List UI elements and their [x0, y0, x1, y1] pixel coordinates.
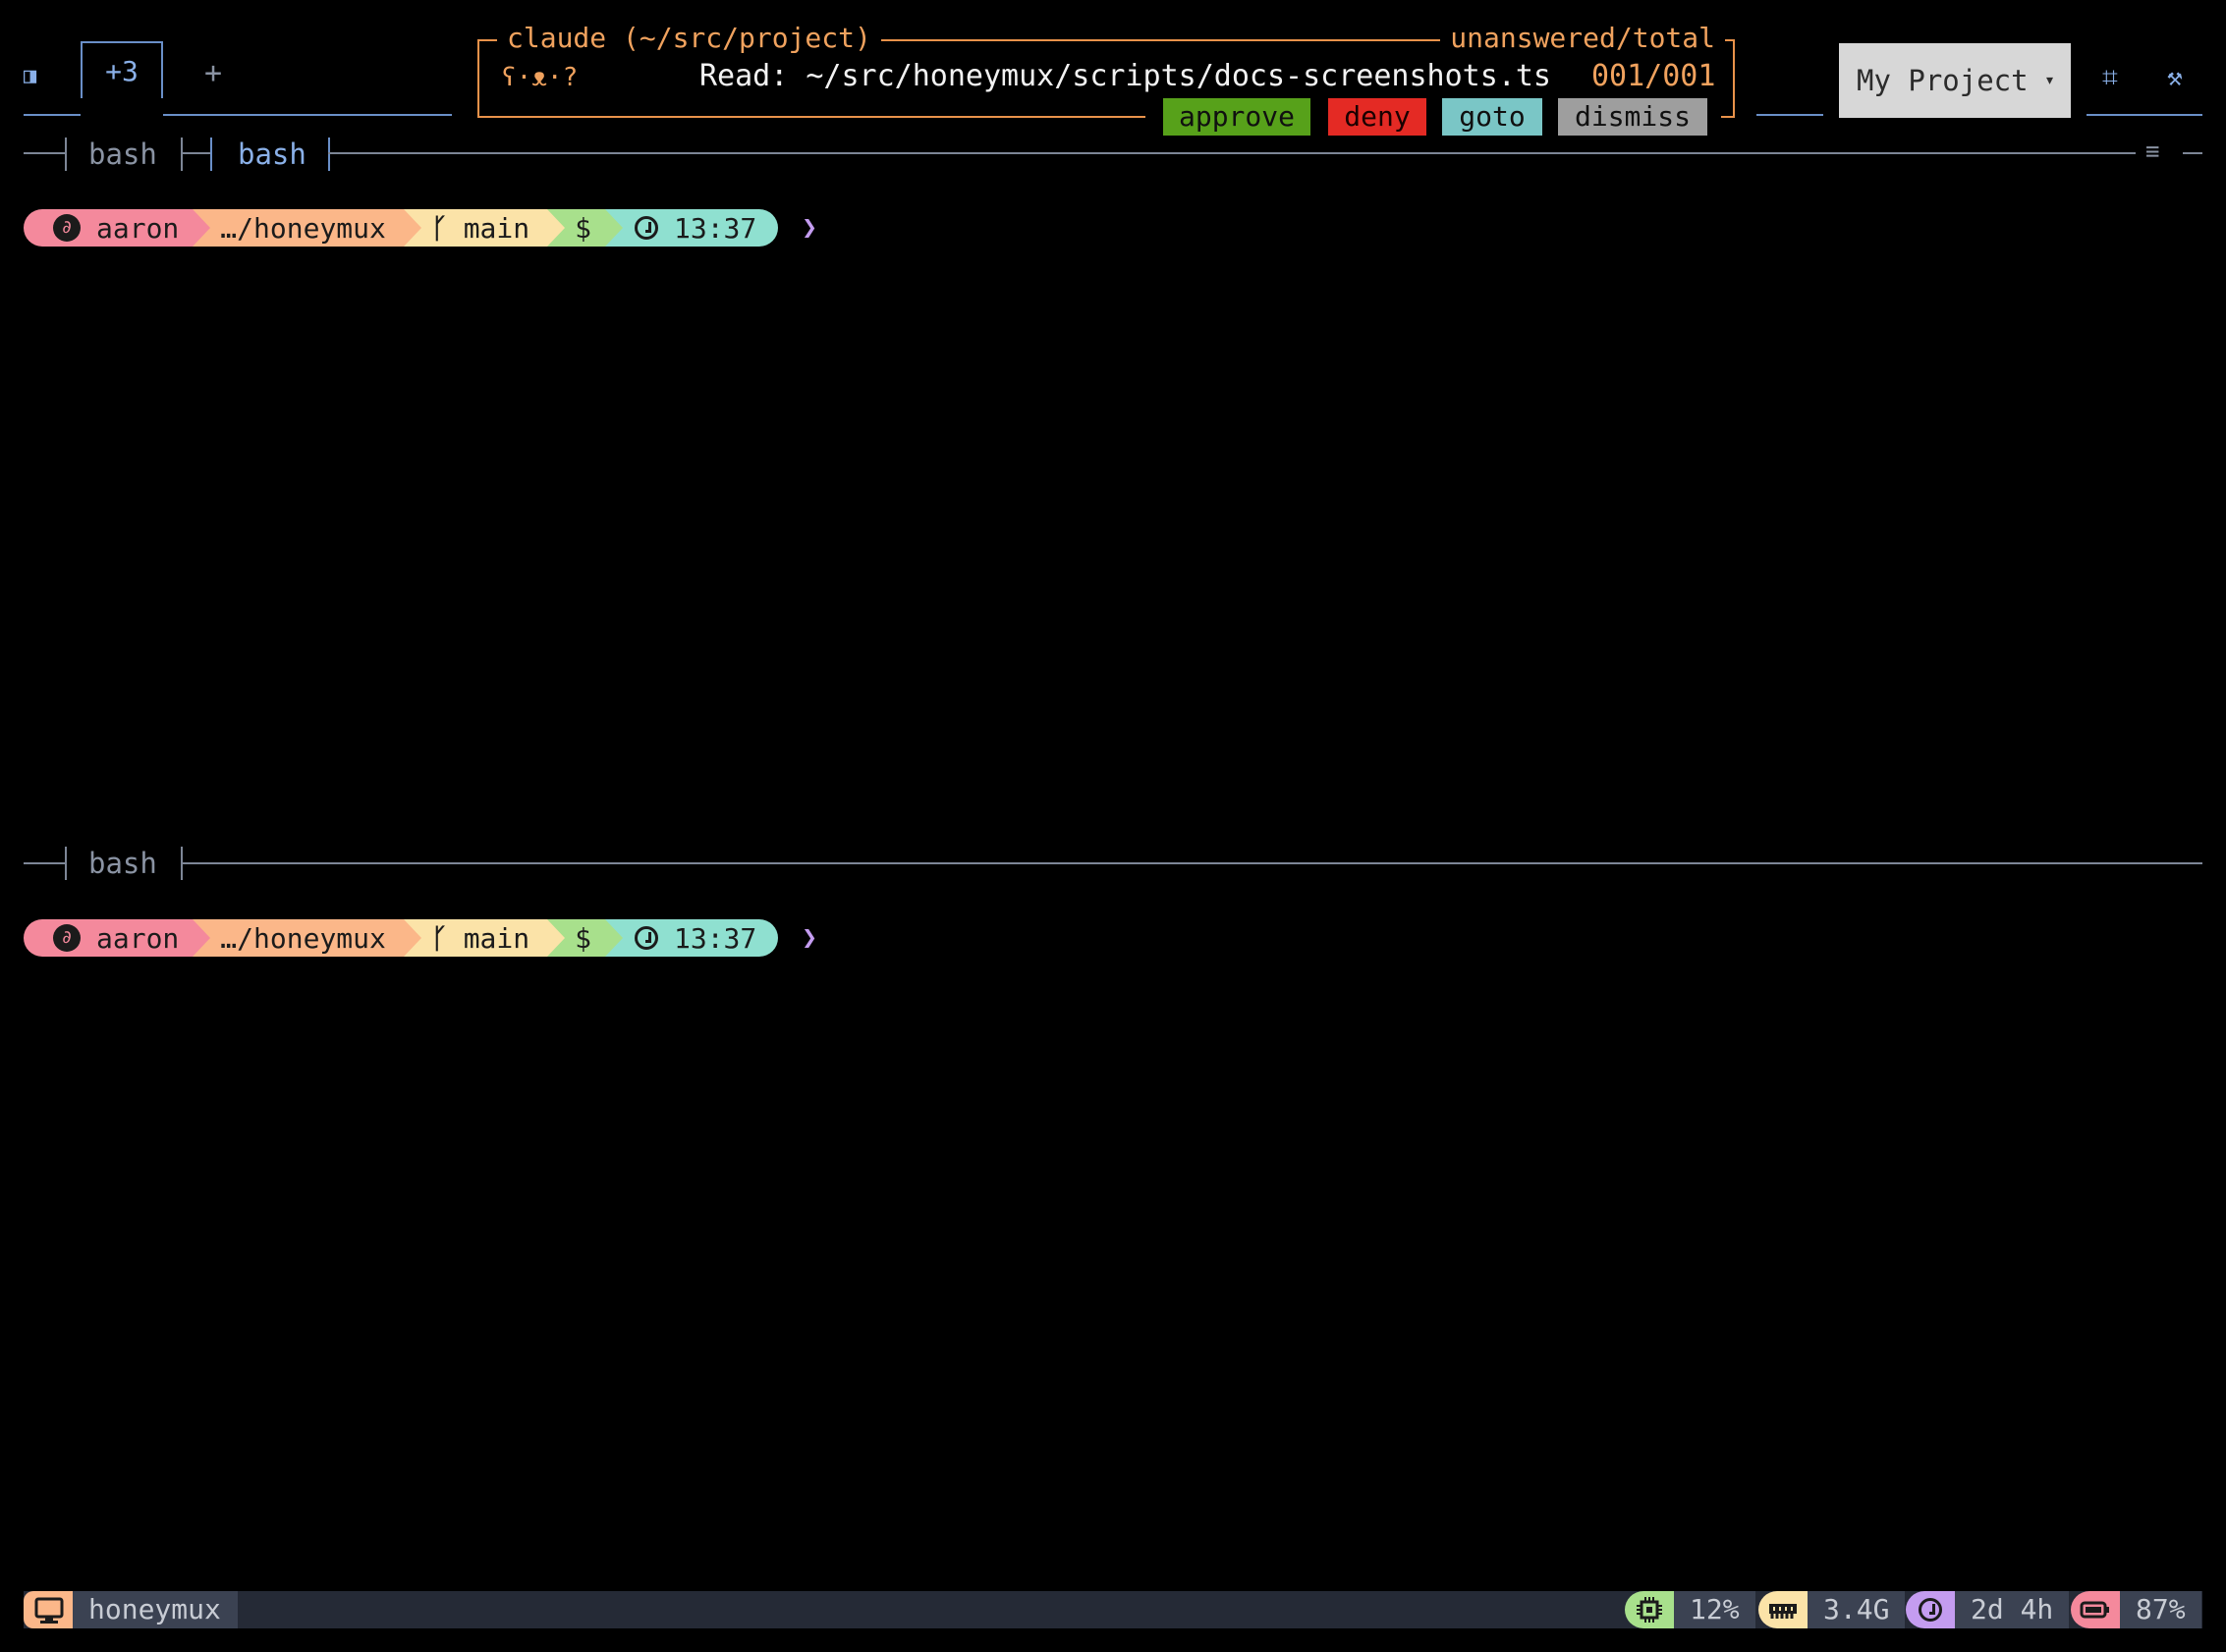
notification-title: claude (~/src/project)	[497, 22, 881, 54]
battery-value: 87%	[2120, 1591, 2201, 1628]
prompt-user-label: aaron	[96, 921, 180, 955]
notification-count: 001/001	[1591, 59, 1716, 93]
prompt-caret-icon: ❯	[802, 923, 817, 953]
uptime-clock-icon	[1906, 1591, 1955, 1628]
prompt-user-label: aaron	[96, 211, 180, 245]
sidebar-toggle-icon[interactable]: ◨	[24, 65, 39, 88]
shell-prompt: ∂ aaron …/honeymux ᚴ main $ 13:37 ❯	[24, 919, 817, 957]
add-tab-button[interactable]: +	[196, 57, 230, 90]
uptime-stat: 2d 4h	[1906, 1591, 2070, 1628]
tools-icon[interactable]: ⚒	[2167, 63, 2183, 92]
memory-value: 3.4G	[1808, 1591, 1906, 1628]
clock-icon	[634, 216, 658, 240]
approve-button[interactable]: approve	[1163, 98, 1310, 136]
prompt-time: 13:37	[604, 209, 779, 247]
project-selector[interactable]: My Project ▾	[1839, 43, 2071, 118]
cpu-value: 12%	[1674, 1591, 1755, 1628]
prompt-branch-label: main	[463, 211, 530, 245]
prompt-dir: …/honeymux	[193, 919, 421, 957]
prompt-user: ∂ aaron	[24, 919, 211, 957]
pane-tab-bash-2[interactable]: bash	[238, 138, 306, 171]
prompt-branch: ᚴ main	[403, 919, 566, 957]
notification-counter-label: unanswered/total	[1440, 22, 1725, 54]
deny-button[interactable]: deny	[1328, 98, 1426, 136]
cpu-stat: 12%	[1625, 1591, 1755, 1628]
memory-stat: 3.4G	[1758, 1591, 1906, 1628]
prompt-user: ∂ aaron	[24, 209, 211, 247]
prompt-time-label: 13:37	[673, 211, 757, 245]
prompt-dir-label: …/honeymux	[220, 921, 386, 955]
memory-icon	[1758, 1591, 1808, 1628]
battery-icon	[2071, 1591, 2120, 1628]
git-branch-icon: ᚴ	[430, 211, 448, 245]
git-branch-icon: ᚴ	[430, 921, 448, 955]
battery-stat: 87%	[2071, 1591, 2201, 1628]
pane-menu-icon[interactable]: ≡	[2145, 138, 2159, 165]
prompt-dir-label: …/honeymux	[220, 211, 386, 245]
cpu-icon	[1625, 1591, 1674, 1628]
user-icon: ∂	[53, 924, 81, 952]
clock-icon	[634, 926, 658, 950]
prompt-branch-label: main	[463, 921, 530, 955]
pane-tab-bash-3[interactable]: bash	[88, 847, 157, 880]
shell-prompt: ∂ aaron …/honeymux ᚴ main $ 13:37 ❯	[24, 209, 817, 247]
layout-grid-icon[interactable]: ⌗	[2102, 61, 2118, 94]
monitor-icon	[24, 1591, 73, 1628]
prompt-time: 13:37	[604, 919, 779, 957]
prompt-dir: …/honeymux	[193, 209, 421, 247]
goto-button[interactable]: goto	[1442, 98, 1542, 136]
session-host-label: honeymux	[73, 1591, 238, 1628]
dismiss-button[interactable]: dismiss	[1558, 98, 1707, 136]
uptime-value: 2d 4h	[1955, 1591, 2070, 1628]
notification-message: Read: ~/src/honeymux/scripts/docs-screen…	[699, 59, 1551, 93]
prompt-branch: ᚴ main	[403, 209, 566, 247]
prompt-caret-icon: ❯	[802, 213, 817, 243]
user-icon: ∂	[53, 214, 81, 242]
pane-tab-bash-1[interactable]: bash	[88, 138, 157, 171]
claude-mascot-icon: ʕ·ᴥ·?	[501, 63, 579, 92]
project-label: My Project	[1857, 64, 2029, 97]
prompt-time-label: 13:37	[673, 921, 757, 955]
prompt-dollar-label: $	[575, 211, 591, 245]
prompt-dollar-label: $	[575, 921, 591, 955]
chevron-down-icon: ▾	[2044, 70, 2055, 90]
tab-overflow[interactable]: +3	[81, 41, 163, 98]
